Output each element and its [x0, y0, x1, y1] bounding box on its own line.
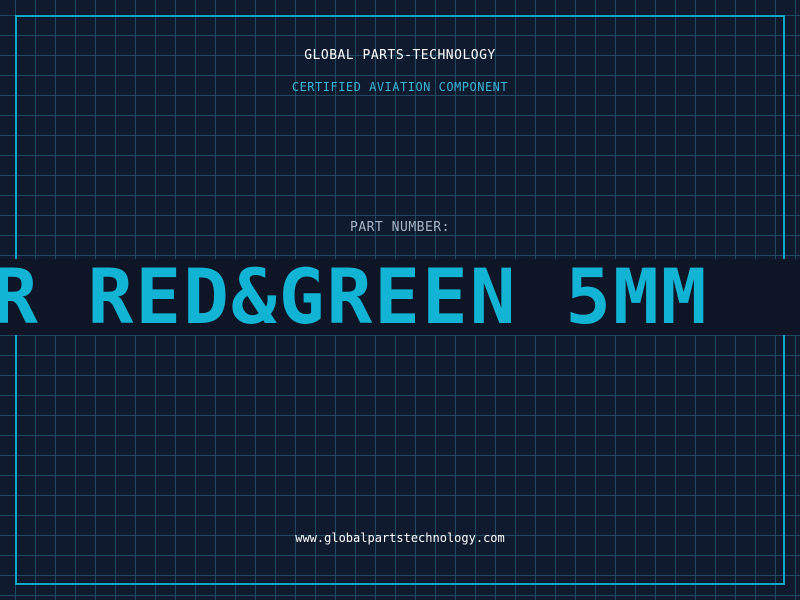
part-number-label: PART NUMBER:	[350, 220, 450, 235]
company-name: GLOBAL PARTS-TECHNOLOGY	[304, 48, 496, 63]
component-card: GLOBAL PARTS-TECHNOLOGY CERTIFIED AVIATI…	[0, 0, 800, 600]
certification-subtitle: CERTIFIED AVIATION COMPONENT	[291, 80, 509, 94]
part-number-band: LOR RED&GREEN 5MM	[0, 259, 800, 335]
part-number-value: LOR RED&GREEN 5MM	[0, 259, 709, 335]
website-link[interactable]: www.globalpartstechnology.com	[0, 531, 800, 545]
